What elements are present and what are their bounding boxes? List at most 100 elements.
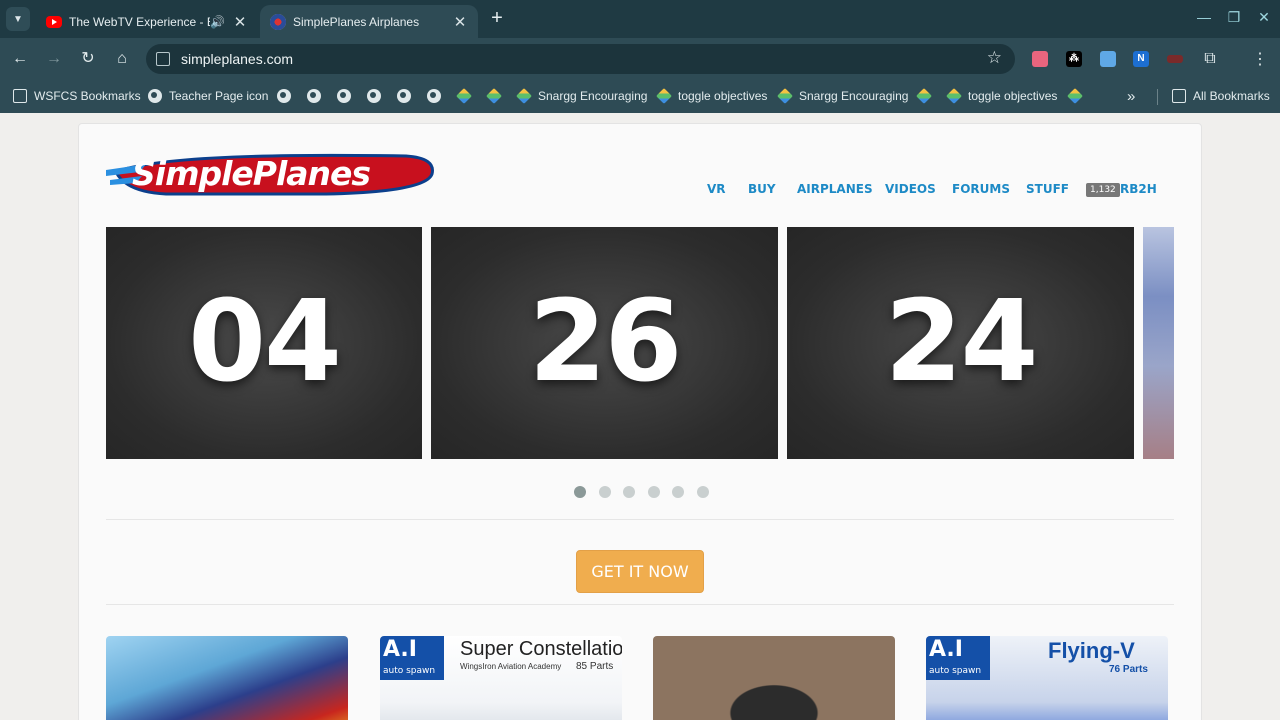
- carousel-dot[interactable]: [672, 486, 684, 498]
- extension-share-icon[interactable]: ⁂: [1066, 51, 1082, 67]
- bookmark-globe-6[interactable]: [427, 87, 448, 105]
- divider: [106, 519, 1174, 520]
- address-bar[interactable]: simpleplanes.com ☆: [146, 44, 1015, 74]
- featured-thumbnail-cars[interactable]: [106, 636, 348, 720]
- bookmark-toggle-1[interactable]: toggle objectives: [656, 87, 768, 105]
- reload-button[interactable]: ↻: [78, 49, 98, 69]
- nav-airplanes[interactable]: AIRPLANES: [797, 182, 873, 198]
- simpleplanes-logo[interactable]: SimplePlanes: [106, 150, 434, 196]
- carousel-dot[interactable]: [574, 486, 586, 498]
- browser-menu-button[interactable]: ⋮: [1252, 49, 1268, 69]
- bookmark-globe-4[interactable]: [367, 87, 388, 105]
- bookmark-cube-2[interactable]: [486, 87, 508, 105]
- bookmark-cube-1[interactable]: [456, 87, 478, 105]
- bookmark-globe-2[interactable]: [307, 87, 328, 105]
- bookmark-cube-4[interactable]: [1067, 87, 1089, 105]
- bookmark-snargg-2[interactable]: Snargg Encouraging: [777, 87, 908, 105]
- countdown-number: 04: [188, 277, 342, 407]
- bookmark-globe-5[interactable]: [397, 87, 418, 105]
- logo-text: SimplePlanes: [132, 154, 371, 193]
- get-it-now-button[interactable]: GET IT NOW: [576, 550, 704, 593]
- cube-icon: [486, 88, 502, 104]
- carousel-dot[interactable]: [623, 486, 635, 498]
- minimize-button[interactable]: —: [1196, 9, 1212, 25]
- home-button[interactable]: ⌂: [112, 49, 132, 69]
- site-info-icon[interactable]: [156, 52, 170, 66]
- close-window-button[interactable]: ✕: [1256, 9, 1272, 26]
- maximize-button[interactable]: ❐: [1226, 9, 1242, 26]
- countdown-slide-hours[interactable]: 26: [431, 227, 778, 459]
- featured-thumbnail-foosball[interactable]: [653, 636, 895, 720]
- extensions-puzzle-button[interactable]: ⧉: [1200, 49, 1220, 69]
- close-tab-icon[interactable]: ✕: [232, 13, 248, 31]
- countdown-slide-days[interactable]: 04: [106, 227, 422, 459]
- tab-search-button[interactable]: ▼: [6, 7, 30, 31]
- nav-forums[interactable]: FORUMS: [952, 182, 1010, 198]
- plus-icon: +: [491, 7, 503, 29]
- globe-icon: [277, 89, 291, 103]
- all-bookmarks-button[interactable]: All Bookmarks: [1172, 87, 1270, 105]
- countdown-number: 26: [528, 277, 683, 407]
- bookmarks-overflow-button[interactable]: »: [1127, 87, 1135, 105]
- simpleplanes-favicon-icon: [270, 13, 286, 30]
- folder-icon: [13, 89, 27, 103]
- carousel-next-slide-image[interactable]: [1143, 227, 1174, 459]
- thumbnail-parts: 85 Parts: [576, 661, 614, 672]
- forward-button[interactable]: →: [44, 49, 64, 69]
- featured-thumbnail-flying-v[interactable]: A.I auto spawn Flying-V 76 Parts: [926, 636, 1168, 720]
- cube-icon: [916, 88, 932, 104]
- extension-cast-icon[interactable]: [1100, 51, 1116, 67]
- nav-vr[interactable]: VR: [707, 182, 726, 198]
- bookmark-toggle-2[interactable]: toggle objectives: [946, 87, 1057, 105]
- globe-icon: [148, 89, 162, 103]
- bookmark-globe-3[interactable]: [337, 87, 358, 105]
- tab-strip: ▼ The WebTV Experience - Ex 🔊 ✕ SimplePl…: [0, 0, 1280, 38]
- maximize-icon: ❐: [1227, 9, 1241, 25]
- bookmark-star-icon[interactable]: ☆: [987, 48, 1002, 68]
- extension-n-icon[interactable]: N: [1133, 51, 1149, 67]
- audio-playing-icon[interactable]: 🔊: [210, 15, 226, 29]
- featured-thumbnail-super-constellation[interactable]: A.I auto spawn Super Constellation Wings…: [380, 636, 622, 720]
- nav-stuff[interactable]: STUFF: [1026, 182, 1069, 198]
- bookmark-globe-1[interactable]: [277, 87, 298, 105]
- back-button[interactable]: ←: [10, 49, 30, 69]
- countdown-slide-minutes[interactable]: 24: [787, 227, 1134, 459]
- extension-record-icon[interactable]: [1032, 51, 1048, 67]
- thumbnail-title: Flying-V: [1048, 638, 1135, 663]
- thumbnail-subtitle: WingsIron Aviation Academy: [460, 662, 562, 671]
- ai-autospawn-tag: A.I auto spawn: [380, 636, 444, 680]
- globe-icon: [307, 89, 321, 103]
- extension-red-icon[interactable]: [1167, 55, 1183, 63]
- close-icon: ✕: [1258, 9, 1270, 25]
- browser-toolbar: ← → ↻ ⌂ simpleplanes.com ☆ ⁂ N ⧉ ⋮: [0, 38, 1280, 80]
- bookmark-label: Snargg Encouraging: [538, 89, 648, 103]
- globe-icon: [337, 89, 351, 103]
- bookmark-label: toggle objectives: [678, 89, 768, 103]
- bookmark-cube-3[interactable]: [916, 87, 938, 105]
- cube-icon: [456, 88, 472, 104]
- bookmark-teacher-page[interactable]: Teacher Page icon: [148, 87, 268, 105]
- tab-simpleplanes[interactable]: SimplePlanes Airplanes ✕: [260, 5, 478, 38]
- new-tab-button[interactable]: +: [488, 7, 506, 29]
- more-vertical-icon: ⋮: [1252, 51, 1268, 68]
- home-icon: ⌂: [117, 50, 127, 67]
- puzzle-icon: ⧉: [1204, 50, 1216, 67]
- logo-text-simple: Simple: [132, 154, 254, 193]
- bookmark-snargg-1[interactable]: Snargg Encouraging: [516, 87, 648, 105]
- globe-icon: [367, 89, 381, 103]
- bookmark-label: WSFCS Bookmarks: [34, 89, 141, 103]
- carousel-dot[interactable]: [647, 486, 660, 498]
- carousel-dot[interactable]: [598, 486, 611, 498]
- logo-text-planes: Planes: [252, 154, 371, 193]
- youtube-favicon-icon: [46, 15, 62, 28]
- url-text[interactable]: simpleplanes.com: [181, 51, 293, 67]
- globe-icon: [397, 89, 411, 103]
- tab-webtv[interactable]: The WebTV Experience - Ex 🔊 ✕: [36, 5, 258, 38]
- carousel-dot[interactable]: [696, 486, 709, 498]
- close-tab-icon[interactable]: ✕: [452, 13, 468, 31]
- nav-videos[interactable]: VIDEOS: [885, 182, 936, 198]
- nav-buy[interactable]: BUY: [748, 182, 776, 198]
- cube-icon: [777, 88, 793, 104]
- nav-user-profile[interactable]: RB2H: [1120, 182, 1157, 198]
- bookmark-wsfcs[interactable]: WSFCS Bookmarks: [13, 87, 141, 105]
